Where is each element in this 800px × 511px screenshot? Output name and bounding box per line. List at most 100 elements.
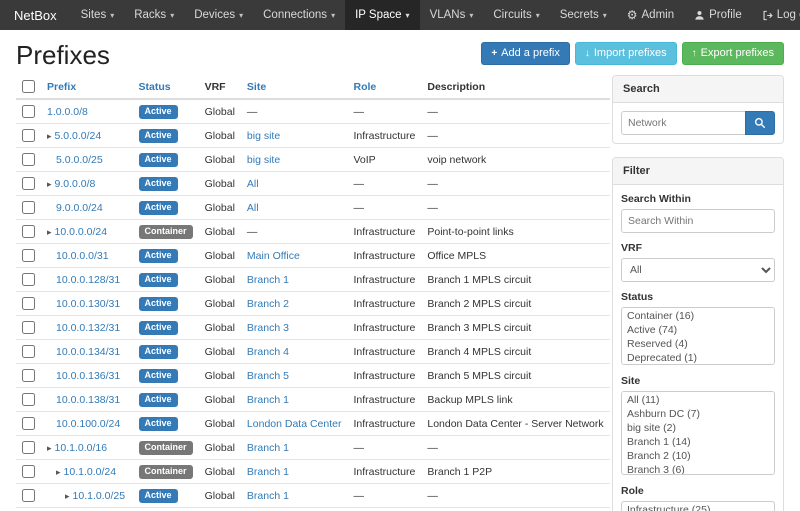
filter-option[interactable]: Branch 1 (14) bbox=[623, 435, 773, 449]
site-link[interactable]: Branch 1 bbox=[247, 466, 289, 478]
profile-label: Profile bbox=[709, 9, 742, 21]
filter-option[interactable]: All (11) bbox=[623, 393, 773, 407]
site-link[interactable]: All bbox=[247, 202, 259, 214]
row-checkbox[interactable] bbox=[22, 201, 35, 214]
prefix-link[interactable]: 10.0.0.130/31 bbox=[56, 298, 120, 310]
sort-prefix-link[interactable]: Prefix bbox=[47, 81, 76, 93]
row-checkbox[interactable] bbox=[22, 105, 35, 118]
row-checkbox[interactable] bbox=[22, 249, 35, 262]
row-checkbox[interactable] bbox=[22, 393, 35, 406]
add-prefix-button[interactable]: + Add a prefix bbox=[481, 42, 570, 65]
prefix-link[interactable]: 9.0.0.0/8 bbox=[55, 178, 96, 190]
status-badge: Active bbox=[139, 297, 178, 311]
status-badge: Container bbox=[139, 225, 193, 239]
prefix-link[interactable]: 10.1.0.0/16 bbox=[55, 442, 108, 454]
prefix-link[interactable]: 10.0.0.136/31 bbox=[56, 370, 120, 382]
sort-status-link[interactable]: Status bbox=[139, 81, 171, 93]
import-prefixes-button[interactable]: ↓ Import prefixes bbox=[575, 42, 677, 65]
prefix-link[interactable]: 5.0.0.0/25 bbox=[56, 154, 103, 166]
prefix-link[interactable]: 5.0.0.0/24 bbox=[55, 130, 102, 142]
navbar-item[interactable]: Connections ▾ bbox=[253, 0, 345, 30]
filter-option[interactable]: Branch 2 (10) bbox=[623, 449, 773, 463]
prefix-link[interactable]: 10.0.0.0/24 bbox=[55, 226, 108, 238]
brand-link[interactable]: NetBox bbox=[0, 0, 71, 30]
navbar-item[interactable]: IP Space ▾ bbox=[345, 0, 419, 30]
site-link[interactable]: London Data Center bbox=[247, 418, 342, 430]
filter-option[interactable]: Reserved (4) bbox=[623, 337, 773, 351]
filter-option[interactable]: Active (74) bbox=[623, 323, 773, 337]
role-filter-select[interactable]: Infrastructure (25)Management (8)Private… bbox=[621, 501, 775, 511]
filter-option[interactable]: Deprecated (1) bbox=[623, 351, 773, 365]
site-link[interactable]: Branch 1 bbox=[247, 490, 289, 502]
site-link[interactable]: Main Office bbox=[247, 250, 300, 262]
navbar-item[interactable]: Secrets ▾ bbox=[550, 0, 617, 30]
filter-option[interactable]: Infrastructure (25) bbox=[623, 503, 773, 511]
navbar-item[interactable]: Circuits ▾ bbox=[483, 0, 549, 30]
prefix-link[interactable]: 10.0.100.0/24 bbox=[56, 418, 120, 430]
row-checkbox[interactable] bbox=[22, 153, 35, 166]
site-link[interactable]: All bbox=[247, 178, 259, 190]
filter-option[interactable]: big site (2) bbox=[623, 421, 773, 435]
site-cell: Branch 4 bbox=[241, 340, 348, 364]
search-input[interactable] bbox=[621, 111, 746, 135]
site-link[interactable]: Branch 2 bbox=[247, 298, 289, 310]
sort-role-link[interactable]: Role bbox=[354, 81, 377, 93]
prefix-link[interactable]: 1.0.0.0/8 bbox=[47, 106, 88, 118]
select-all-checkbox[interactable] bbox=[22, 80, 35, 93]
filter-option[interactable]: Ashburn DC (7) bbox=[623, 407, 773, 421]
admin-link[interactable]: ⚙ Admin bbox=[617, 0, 684, 30]
row-checkbox[interactable] bbox=[22, 273, 35, 286]
prefix-link[interactable]: 10.0.0.138/31 bbox=[56, 394, 120, 406]
navbar-item[interactable]: Sites ▾ bbox=[71, 0, 125, 30]
vrf-cell: Global bbox=[199, 388, 241, 412]
prefix-link[interactable]: 10.0.0.128/31 bbox=[56, 274, 120, 286]
search-button[interactable] bbox=[745, 111, 775, 135]
site-link[interactable]: big site bbox=[247, 154, 280, 166]
main-area: Prefix Status VRF Site Role Description … bbox=[16, 75, 600, 511]
site-link[interactable]: Branch 1 bbox=[247, 442, 289, 454]
filter-option[interactable]: Container (16) bbox=[623, 309, 773, 323]
prefix-link[interactable]: 10.1.0.0/24 bbox=[64, 466, 117, 478]
navbar-item[interactable]: Racks ▾ bbox=[124, 0, 184, 30]
site-link[interactable]: Branch 3 bbox=[247, 322, 289, 334]
site-link[interactable]: Branch 4 bbox=[247, 346, 289, 358]
site-link[interactable]: Branch 1 bbox=[247, 274, 289, 286]
site-link[interactable]: Branch 1 bbox=[247, 394, 289, 406]
row-checkbox[interactable] bbox=[22, 417, 35, 430]
row-checkbox[interactable] bbox=[22, 321, 35, 334]
search-within-input[interactable] bbox=[621, 209, 775, 233]
status-filter-select[interactable]: Container (16)Active (74)Reserved (4)Dep… bbox=[621, 307, 775, 365]
row-checkbox[interactable] bbox=[22, 345, 35, 358]
row-checkbox[interactable] bbox=[22, 369, 35, 382]
row-checkbox[interactable] bbox=[22, 441, 35, 454]
prefix-link[interactable]: 10.0.0.134/31 bbox=[56, 346, 120, 358]
row-checkbox[interactable] bbox=[22, 489, 35, 502]
role-cell: — bbox=[348, 172, 422, 196]
role-cell: — bbox=[348, 436, 422, 460]
navbar-item[interactable]: Devices ▾ bbox=[184, 0, 253, 30]
prefix-link[interactable]: 10.1.0.0/25 bbox=[73, 490, 126, 502]
prefix-link[interactable]: 9.0.0.0/24 bbox=[56, 202, 103, 214]
site-cell: Branch 1 bbox=[241, 484, 348, 508]
chevron-down-icon: ▾ bbox=[110, 11, 114, 20]
row-checkbox[interactable] bbox=[22, 177, 35, 190]
profile-link[interactable]: Profile bbox=[684, 0, 752, 30]
prefix-link[interactable]: 10.0.0.0/31 bbox=[56, 250, 109, 262]
export-prefixes-button[interactable]: ↑ Export prefixes bbox=[682, 42, 784, 65]
vrf-cell: Global bbox=[199, 99, 241, 124]
row-checkbox[interactable] bbox=[22, 129, 35, 142]
site-link[interactable]: Branch 5 bbox=[247, 370, 289, 382]
role-cell: Infrastructure bbox=[348, 388, 422, 412]
row-checkbox[interactable] bbox=[22, 225, 35, 238]
site-filter-select[interactable]: All (11)Ashburn DC (7)big site (2)Branch… bbox=[621, 391, 775, 475]
filter-option[interactable]: Branch 3 (6) bbox=[623, 463, 773, 475]
vrf-filter-select[interactable]: All bbox=[621, 258, 775, 282]
navbar-item[interactable]: VLANs ▾ bbox=[420, 0, 484, 30]
site-link[interactable]: big site bbox=[247, 130, 280, 142]
chevron-down-icon: ▾ bbox=[469, 11, 473, 20]
logout-link[interactable]: Log out bbox=[752, 0, 800, 30]
prefix-link[interactable]: 10.0.0.132/31 bbox=[56, 322, 120, 334]
sort-site-link[interactable]: Site bbox=[247, 81, 266, 93]
row-checkbox[interactable] bbox=[22, 297, 35, 310]
row-checkbox[interactable] bbox=[22, 465, 35, 478]
